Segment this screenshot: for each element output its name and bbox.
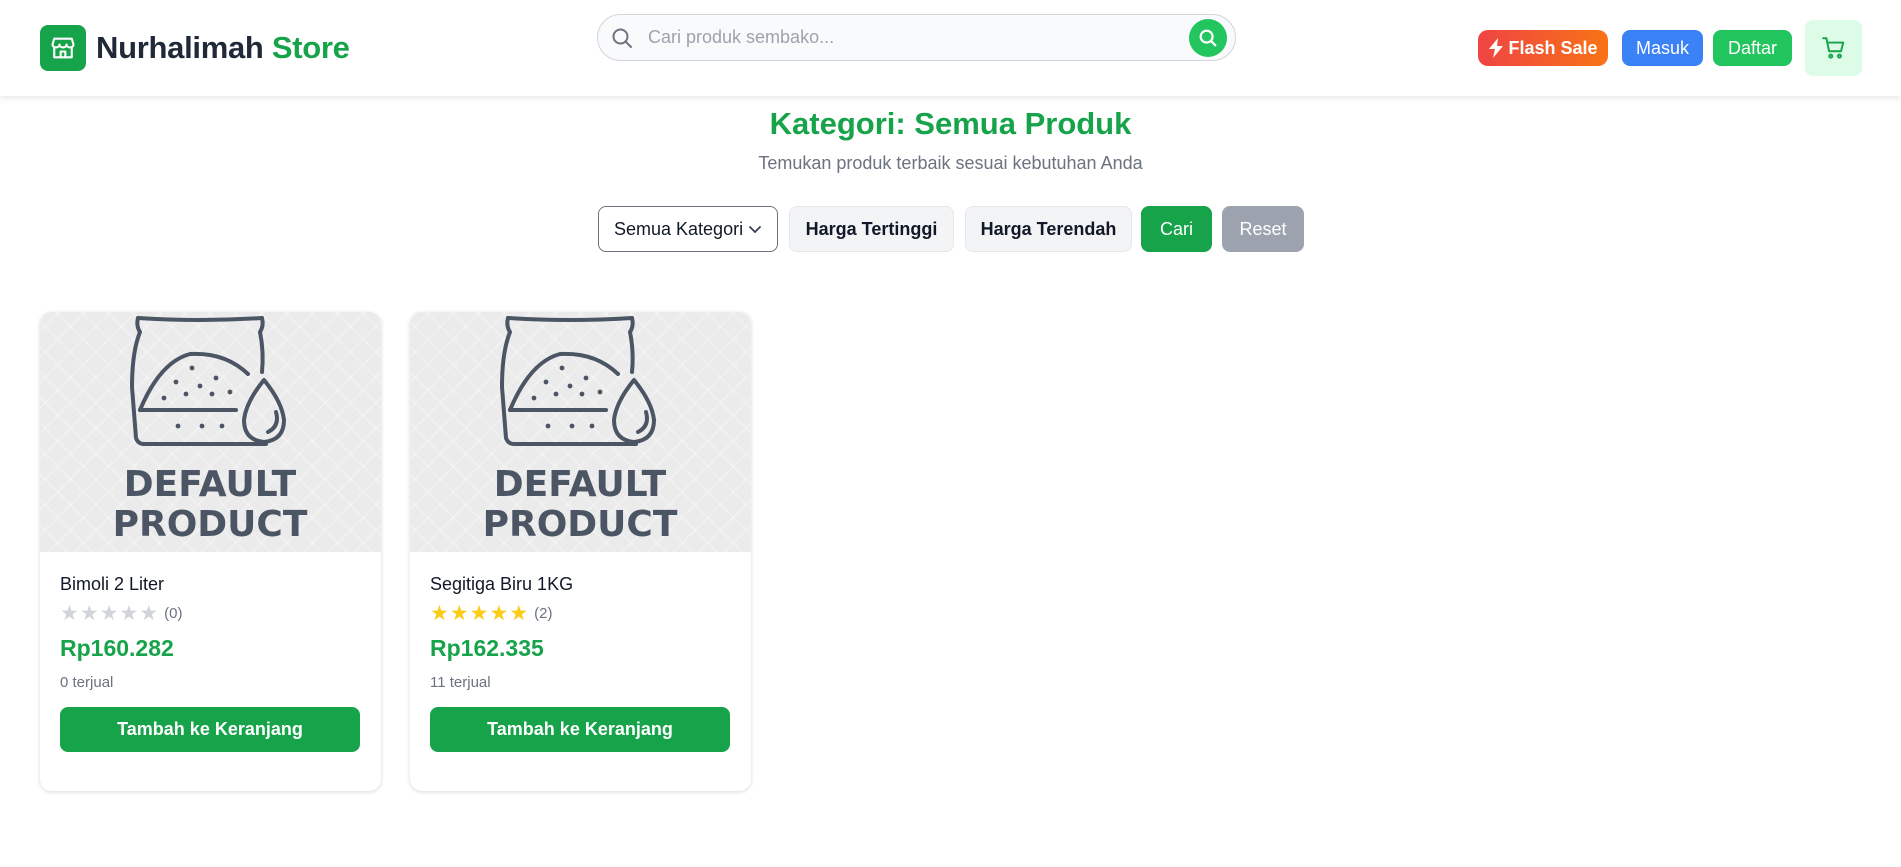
product-price: Rp160.282 (60, 635, 174, 661)
rating-count: (2) (534, 605, 553, 622)
chevron-down-icon (749, 226, 761, 234)
category-select-value: Semua Kategori (614, 218, 744, 239)
search-button[interactable] (1189, 19, 1227, 57)
star-icon: ★ (79, 602, 99, 625)
reset-button[interactable]: Reset (1222, 206, 1304, 252)
image-text-line-2: PRODUCT (113, 504, 308, 545)
search-icon (610, 26, 634, 55)
product-image[interactable]: DEFAULT PRODUCT (40, 312, 381, 552)
cart-button[interactable] (1805, 20, 1862, 76)
brand-name-main: Nurhalimah (96, 30, 264, 65)
cart-icon (1821, 37, 1844, 59)
star-icon: ★ (139, 602, 159, 625)
rating-count: (0) (164, 605, 183, 622)
default-product-icon: DEFAULT PRODUCT (483, 316, 678, 545)
register-button[interactable]: Daftar (1713, 30, 1792, 66)
brand-name-store: Store (271, 30, 350, 65)
star-icon: ★ (430, 602, 449, 625)
product-rating: ★ ★ ★ ★ ★ (0) (60, 603, 182, 624)
sold-count: 0 terjual (60, 674, 114, 691)
search-input[interactable] (648, 15, 1168, 60)
flash-sale-button[interactable]: Flash Sale (1478, 30, 1608, 66)
image-text-line-1: DEFAULT (494, 464, 667, 505)
brand-name: Nurhalimah Store (96, 30, 350, 66)
product-name[interactable]: Segitiga Biru 1KG (430, 574, 573, 595)
store-icon (40, 25, 86, 71)
lightning-icon (1489, 38, 1504, 58)
add-to-cart-button[interactable]: Tambah ke Keranjang (60, 707, 360, 752)
default-product-icon: DEFAULT PRODUCT (113, 316, 308, 545)
page-subtitle: Temukan produk terbaik sesuai kebutuhan … (758, 153, 1143, 173)
brand[interactable]: Nurhalimah Store (40, 25, 350, 71)
product-price: Rp162.335 (430, 635, 544, 661)
sort-lowest-price-button[interactable]: Harga Terendah (965, 206, 1132, 252)
star-icon: ★ (119, 602, 139, 625)
star-icon: ★ (60, 602, 79, 625)
page-title: Kategori: Semua Produk (769, 106, 1132, 141)
image-text-line-2: PRODUCT (483, 504, 678, 545)
star-icon: ★ (469, 602, 489, 625)
category-select[interactable]: Semua Kategori (598, 206, 778, 252)
sold-count: 11 terjual (430, 674, 491, 691)
star-icon: ★ (509, 602, 529, 625)
sort-highest-price-button[interactable]: Harga Tertinggi (789, 206, 954, 252)
product-name[interactable]: Bimoli 2 Liter (60, 574, 164, 595)
filter-search-button[interactable]: Cari (1141, 206, 1212, 252)
product-rating: ★ ★ ★ ★ ★ (2) (430, 603, 552, 624)
search-icon (1199, 29, 1217, 47)
flash-sale-label: Flash Sale (1508, 37, 1598, 58)
product-card[interactable]: DEFAULT PRODUCT Bimoli 2 Liter ★ ★ ★ ★ ★… (40, 312, 381, 791)
product-card[interactable]: DEFAULT PRODUCT Segitiga Biru 1KG ★ ★ ★ … (410, 312, 751, 791)
star-icon: ★ (489, 602, 509, 625)
navbar: Nurhalimah Store Flash Sale Masuk Daftar (0, 0, 1901, 96)
image-text-line-1: DEFAULT (124, 464, 297, 505)
login-button[interactable]: Masuk (1622, 30, 1703, 66)
add-to-cart-button[interactable]: Tambah ke Keranjang (430, 707, 730, 752)
product-image[interactable]: DEFAULT PRODUCT (410, 312, 751, 552)
star-icon: ★ (449, 602, 469, 625)
search-bar (597, 14, 1236, 61)
star-icon: ★ (99, 602, 119, 625)
